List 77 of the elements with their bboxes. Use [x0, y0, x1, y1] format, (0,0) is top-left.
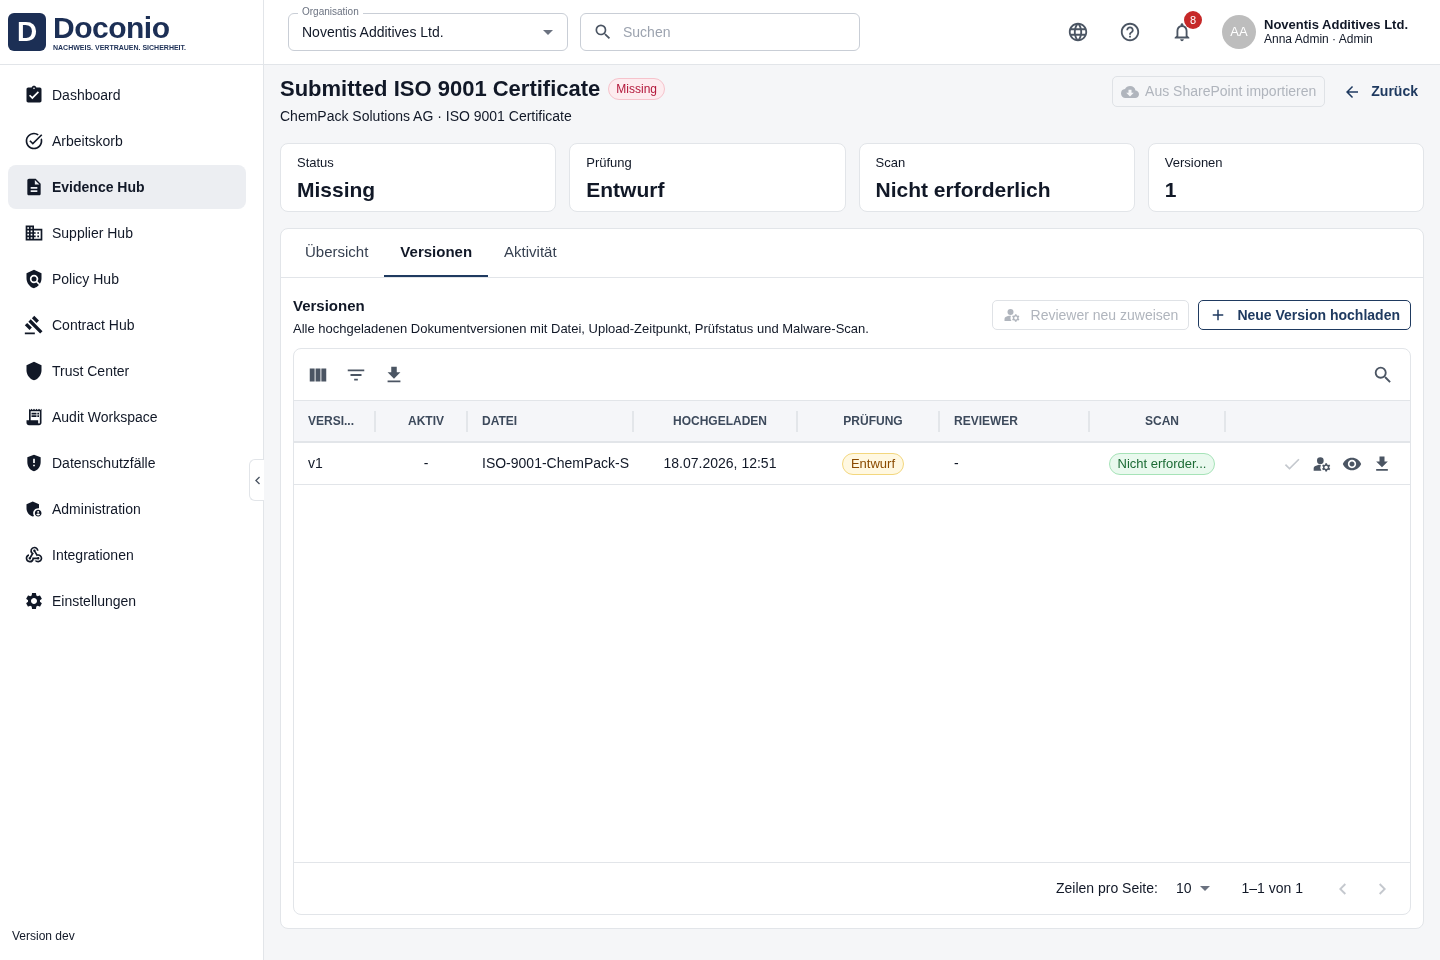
back-link[interactable]: Zurück [1337, 76, 1424, 107]
nav-item[interactable]: Evidence Hub [8, 165, 246, 209]
version-label: Version dev [12, 929, 75, 943]
settings-icon [24, 591, 44, 611]
document-icon [24, 177, 44, 197]
caret-icon [1199, 886, 1210, 891]
search-icon [593, 22, 613, 42]
stat-label: Versionen [1164, 155, 1224, 171]
notifications-button[interactable]: 8 [1162, 12, 1202, 52]
table-cell-text: 18.07.2026, 12:51 [663, 454, 777, 473]
clipboard-check-icon [24, 85, 44, 105]
section-description: Alle hochgeladenen Dokumentversionen mit Datei, Upload-Zeitpunkt, Prüfstatus und Malware-Scan. [293, 321, 869, 337]
search-field[interactable]: Suchen [580, 13, 860, 51]
stat-label: Scan [875, 155, 907, 171]
shield-icon [24, 361, 44, 381]
column-header: PRÜFUNG [843, 413, 903, 430]
stat-label: Status [297, 155, 335, 171]
user-organisation: Noventis Additives Ltd. [1264, 17, 1408, 32]
receipt-icon [24, 407, 44, 427]
column-header: REVIEWER [954, 413, 1018, 430]
column-header: HOCHGELADEN [673, 413, 767, 430]
stat-value: Missing [297, 177, 377, 202]
nav-item[interactable]: Einstellungen [8, 579, 246, 623]
nav-item[interactable]: Integrationen [8, 533, 246, 577]
nav-item[interactable]: Dashboard [8, 73, 246, 117]
gavel-icon [24, 315, 44, 335]
shield-alert-icon [24, 453, 44, 473]
stat-value: Entwurf [586, 177, 666, 202]
nav-item[interactable]: Contract Hub [8, 303, 246, 347]
chevron-left-icon [1339, 882, 1346, 895]
tab[interactable]: Aktivität [488, 229, 573, 277]
collapse-sidebar-button[interactable] [249, 459, 264, 501]
help-icon [1119, 21, 1141, 43]
page-range: 1–1 von 1 [1241, 879, 1303, 898]
nav-item[interactable]: Datenschutzfälle [8, 441, 246, 485]
nav-item[interactable]: Supplier Hub [8, 211, 246, 255]
table-cell-text: - [954, 454, 959, 473]
nav-item[interactable]: Arbeitskorb [8, 119, 246, 163]
globe-icon [1067, 21, 1089, 43]
nav-item[interactable]: Policy Hub [8, 257, 246, 301]
section-title: Versionen [293, 296, 366, 316]
stat-label: Prüfung [586, 155, 633, 171]
page-subtitle: ChemPack Solutions AG · ISO 9001 Certificate [280, 107, 573, 125]
webhook-icon [24, 545, 44, 565]
table-cell-text: ISO-9001-ChemPack-S [482, 454, 630, 473]
column-header: VERSI... [308, 413, 354, 430]
chevron-right-icon [1379, 882, 1386, 895]
nav-item[interactable]: Audit Workspace [8, 395, 246, 439]
shield-search-icon [24, 269, 44, 289]
notification-count: 8 [1184, 11, 1202, 29]
tab[interactable]: Übersicht [289, 229, 385, 277]
nav-item[interactable]: Administration [8, 487, 246, 531]
scan-status-chip: Nicht erforder... [1108, 452, 1216, 475]
column-header: SCAN [1145, 413, 1179, 430]
rows-per-page-label: Zeilen pro Seite: [1055, 879, 1158, 898]
chevron-left-icon [254, 475, 260, 485]
column-header: AKTIV [408, 413, 444, 430]
shield-person-icon [24, 499, 44, 519]
user-name: Anna Admin · Admin [1264, 32, 1374, 47]
page-title: Submitted ISO 9001 Certificate [280, 75, 601, 103]
review-status-chip: Entwurf [841, 452, 905, 475]
status-chip: Missing [608, 78, 665, 100]
table-cell-text: v1 [308, 454, 323, 473]
brand-name: Doconio [53, 12, 171, 43]
table-cell-text: - [423, 454, 429, 473]
person-gear-icon [1002, 306, 1021, 324]
tab[interactable]: Versionen [384, 229, 489, 277]
column-header: DATEI [482, 413, 518, 430]
logo-mark: D [8, 13, 46, 51]
organisation-label: Organisation [298, 5, 363, 19]
rows-per-page-select[interactable]: 10 [1175, 878, 1210, 899]
stat-value: 1 [1164, 177, 1178, 202]
stat-value: Nicht erforderlich [875, 177, 1052, 202]
upload-version-button[interactable]: Neue Version hochladen [1198, 300, 1411, 330]
nav-item[interactable]: Trust Center [8, 349, 246, 393]
building-icon [24, 223, 44, 243]
caret-icon [543, 29, 553, 35]
